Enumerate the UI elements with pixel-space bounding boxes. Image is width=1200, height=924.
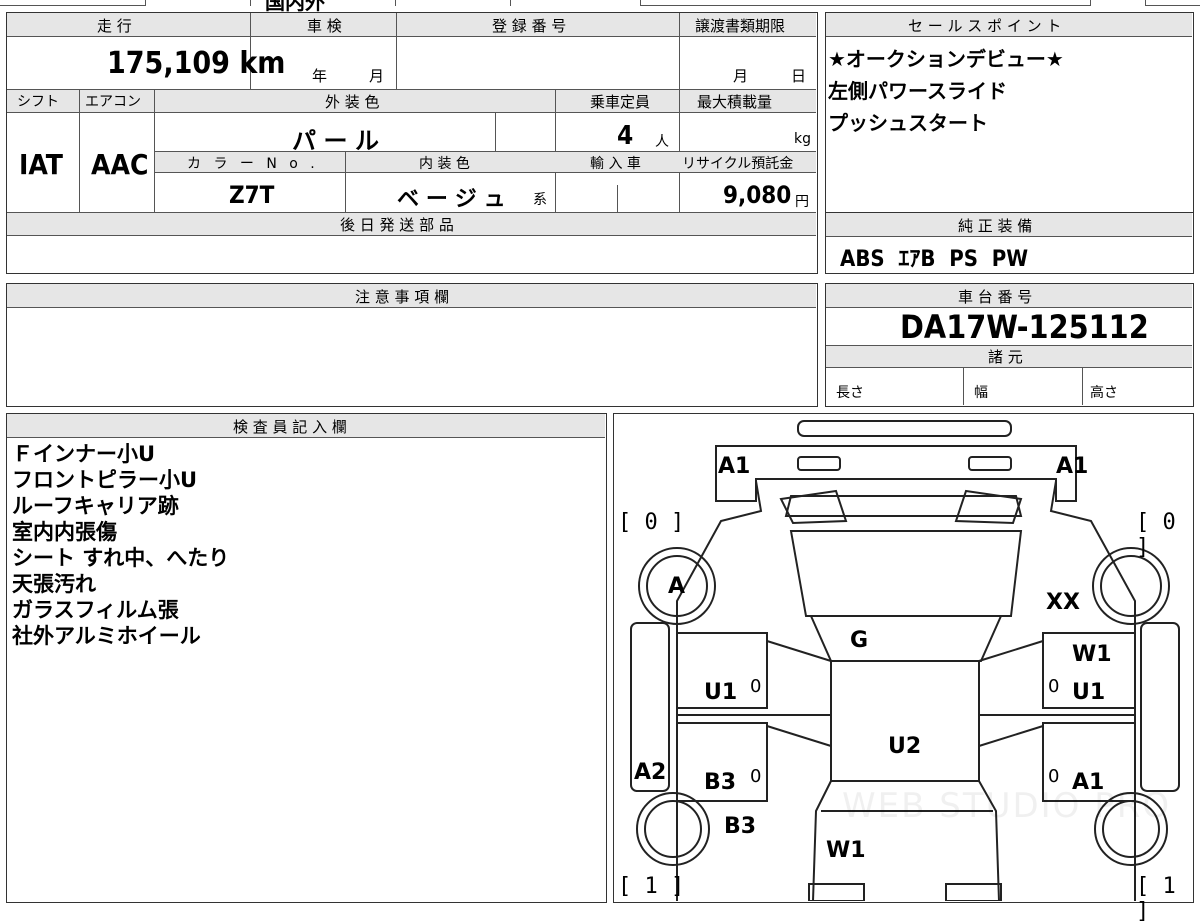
watermark: WEB STUDIO PRO — [842, 786, 1172, 826]
inspector-note-line: Ｆインナー小U — [12, 442, 156, 466]
int-color-value: ベ ー ジ ュ — [397, 187, 506, 212]
inspector-note-line: 室内内張傷 — [12, 520, 117, 544]
registration-label: 登 録 番 号 — [492, 17, 567, 35]
equipment-value: ABS ｴｱB PS PW — [840, 247, 1029, 272]
inspector-note-line: シート すれ中、へたり — [12, 546, 230, 570]
int-color-suffix: 系 — [533, 192, 547, 208]
mark-a1-front-left: A1 — [718, 454, 751, 479]
equipment-box: 純 正 装 備 ABS ｴｱB PS PW — [825, 212, 1194, 274]
shaken-label: 車 検 — [307, 17, 342, 35]
sales-points-box: セ ー ル ス ポ イ ン ト ★オークションデビュー★ 左側パワースライド プッシ… — [825, 12, 1194, 213]
inspector-notes-list: Ｆインナー小U フロントピラー小U ルーフキャリア跡 室内内張傷 シート すれ中、へたり… — [12, 441, 229, 649]
int-color-label: 内 装 色 — [419, 156, 470, 172]
inspector-note-line: ルーフキャリア跡 — [12, 494, 179, 518]
later-parts-label: 後 日 発 送 部 品 — [340, 216, 454, 234]
sales-point-line: プッシュスタート — [828, 111, 988, 135]
mark-u1-right: U1 — [1072, 680, 1106, 705]
mark-b3-left: B3 — [704, 770, 737, 795]
mark-w1-right: W1 — [1072, 642, 1112, 667]
specs-label: 諸 元 — [988, 348, 1023, 366]
mark-zero-r2: 0 — [1048, 766, 1060, 787]
color-no-label: カ ラ ー N o . — [187, 156, 319, 172]
capacity-label: 乗車定員 — [590, 93, 651, 111]
sales-point-line: 左側パワースライド — [828, 79, 1007, 103]
inspector-box: 検 査 員 記 入 欄 Ｆインナー小U フロントピラー小U ルーフキャリア跡 室内内張… — [6, 413, 607, 903]
bracket-top-right: [ 0 ] — [1136, 510, 1176, 560]
capacity-value: 4 — [617, 121, 634, 151]
mark-g: G — [850, 628, 869, 653]
mileage-number: 175,109 — [107, 46, 230, 81]
mileage-unit: km — [239, 46, 286, 81]
notes-box: 注 意 事 項 欄 — [6, 283, 818, 407]
recycle-unit: 円 — [795, 194, 809, 210]
mark-a-front-wheel: A — [668, 574, 686, 599]
mark-u1-left: U1 — [704, 680, 738, 705]
shift-label: シフト — [17, 94, 59, 110]
width-label: 幅 — [974, 385, 988, 401]
max-load-unit: kg — [794, 131, 811, 147]
inspector-note-line: 天張汚れ — [12, 572, 96, 596]
capacity-unit: 人 — [655, 134, 669, 150]
inspector-note-line: 社外アルミホイール — [12, 624, 201, 648]
bracket-top-left: [ 0 ] — [618, 510, 685, 535]
equipment-label: 純 正 装 備 — [958, 217, 1033, 235]
sales-point-line: ★オークションデビュー★ — [828, 47, 1064, 71]
length-label: 長さ — [836, 385, 864, 401]
recycle-value: 9,080 — [723, 181, 792, 209]
recycle-label: リサイクル預託金 — [682, 156, 794, 172]
mileage-value: 175,109 km — [107, 46, 285, 81]
mark-w1-rear: W1 — [826, 838, 866, 863]
shaken-month: 月 — [369, 67, 385, 85]
bracket-bottom-right: [ 1 ] — [1136, 874, 1176, 924]
sales-points-list: ★オークションデビュー★ 左側パワースライド プッシュスタート — [828, 43, 1064, 139]
shaken-year: 年 — [312, 67, 328, 85]
inspector-label: 検 査 員 記 入 欄 — [233, 418, 347, 436]
mark-zero-r1: 0 — [1048, 676, 1060, 697]
mark-zero-l1: 0 — [750, 676, 762, 697]
top-strip: 国内外 — [0, 0, 1200, 14]
transfer-deadline-label: 譲渡書類期限 — [695, 17, 786, 35]
shift-value: IAT — [19, 148, 63, 181]
inspector-note-line: ガラスフィルム張 — [12, 598, 179, 622]
mark-a2: A2 — [634, 760, 667, 785]
damage-diagram-box: [ 0 ] [ 0 ] [ 1 ] [ 1 ] A1 A1 A XX G W1 … — [613, 413, 1194, 924]
height-label: 高さ — [1090, 385, 1118, 401]
chassis-label: 車 台 番 号 — [958, 288, 1033, 306]
sales-points-label: セ ー ル ス ポ イ ン ト — [908, 17, 1062, 35]
transfer-month: 月 — [733, 67, 749, 85]
chassis-number: DA17W-125112 — [900, 308, 1149, 346]
mileage-label: 走 行 — [97, 17, 132, 35]
ext-color-label: 外 装 色 — [325, 93, 380, 111]
mark-b3-rear: B3 — [724, 814, 757, 839]
max-load-label: 最大積載量 — [697, 93, 773, 111]
chassis-box: 車 台 番 号 DA17W-125112 諸 元 長さ 幅 高さ — [825, 283, 1194, 407]
color-no-value: Z7T — [229, 181, 275, 209]
bracket-bottom-left: [ 1 ] — [618, 874, 685, 899]
import-label: 輸 入 車 — [590, 156, 641, 172]
mark-a1-front-right: A1 — [1056, 454, 1089, 479]
ac-value: AAC — [91, 148, 149, 181]
transfer-day: 日 — [791, 67, 807, 85]
ac-label: エアコン — [85, 94, 141, 110]
mark-zero-l2: 0 — [750, 766, 762, 787]
main-info-table: 走 行 車 検 登 録 番 号 譲渡書類期限 175,109 km 年 月 月 … — [6, 12, 818, 274]
notes-label: 注 意 事 項 欄 — [355, 288, 450, 306]
inspector-note-line: フロントピラー小U — [12, 468, 198, 492]
mark-u2: U2 — [888, 734, 922, 759]
mark-xx: XX — [1046, 590, 1080, 615]
